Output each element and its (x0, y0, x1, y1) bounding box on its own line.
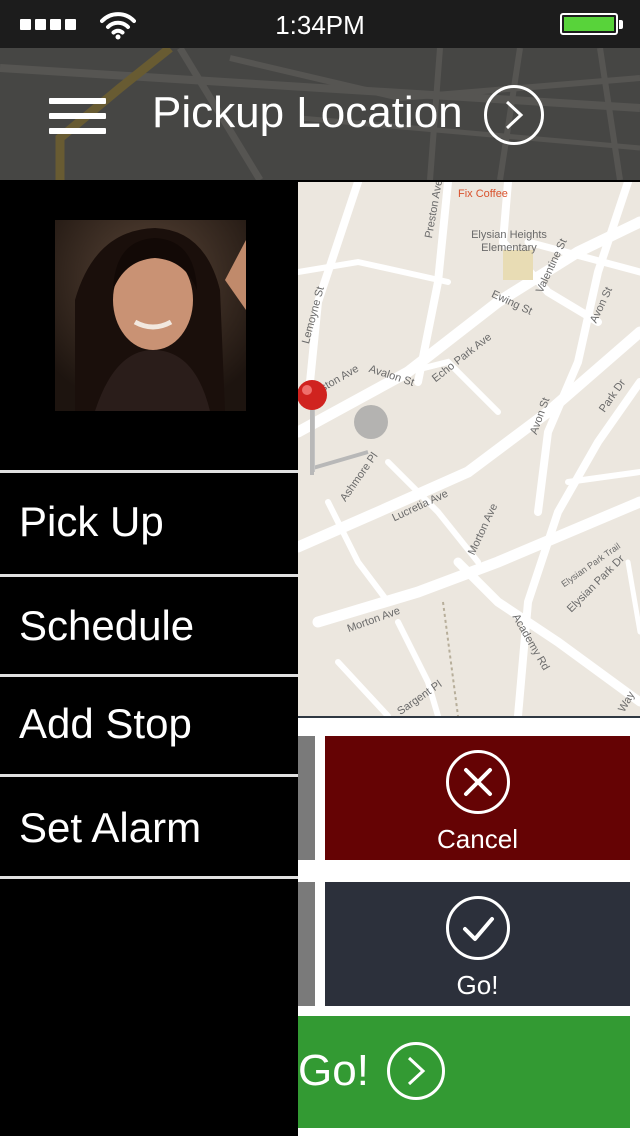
page-title: Pickup Location (152, 88, 463, 137)
menu-divider (0, 574, 298, 577)
chevron-right-circle-icon (387, 1042, 445, 1100)
menu-item-label: Pick Up (19, 498, 164, 545)
hidden-button-edge[interactable] (298, 736, 315, 860)
status-bar: 1:34PM (0, 0, 640, 48)
map-view[interactable]: Fix Coffee Elysian Heights Elementary Pr… (298, 182, 640, 716)
cancel-button[interactable]: Cancel (325, 736, 630, 860)
nav-bar: Pickup Location (0, 48, 640, 180)
menu-item-schedule[interactable]: Schedule (0, 578, 298, 676)
menu-divider (0, 470, 298, 473)
menu-divider (0, 876, 298, 879)
menu-item-label: Add Stop (19, 700, 192, 747)
map-roads (298, 182, 640, 716)
location-pin-icon[interactable] (298, 377, 338, 487)
menu-item-add-stop[interactable]: Add Stop (0, 676, 298, 774)
hidden-button-edge[interactable] (298, 882, 315, 1006)
status-time: 1:34PM (275, 10, 365, 40)
menu-item-pick-up[interactable]: Pick Up (0, 474, 298, 572)
go-label: Go! (456, 970, 499, 1000)
avatar[interactable] (55, 220, 246, 411)
menu-item-label: Set Alarm (19, 804, 202, 851)
go-primary-label: Go! (298, 1046, 369, 1095)
checkmark-circle-icon (446, 896, 510, 960)
menu-button[interactable] (49, 98, 106, 134)
chevron-right-icon (505, 100, 524, 130)
side-drawer: Pick Up Schedule Add Stop Set Alarm (0, 182, 298, 1136)
close-circle-icon (446, 750, 510, 814)
go-button[interactable]: Go! (325, 882, 630, 1006)
menu-item-set-alarm[interactable]: Set Alarm (0, 780, 298, 878)
menu-divider (0, 774, 298, 777)
menu-item-label: Schedule (19, 602, 195, 649)
battery-icon (560, 13, 623, 35)
go-primary-button[interactable]: Go! (298, 1016, 630, 1128)
cancel-label: Cancel (437, 824, 518, 854)
next-button[interactable] (484, 85, 544, 145)
